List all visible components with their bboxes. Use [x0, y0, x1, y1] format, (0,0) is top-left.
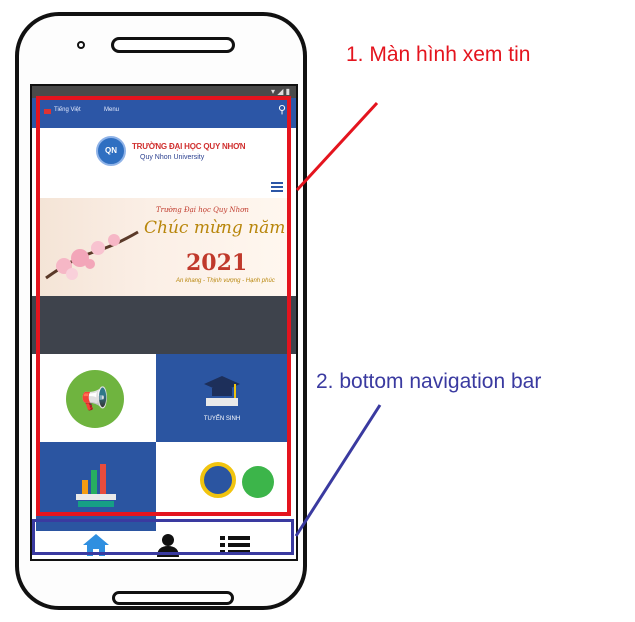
nav-annotation-label: 2. bottom navigation bar — [316, 370, 542, 393]
camera-icon — [77, 41, 85, 49]
nav-highlight-box — [32, 519, 294, 555]
home-button[interactable] — [112, 591, 234, 605]
screen-highlight-box — [36, 96, 291, 516]
screen-pointer-line — [295, 101, 379, 192]
screen-annotation-label: 1. Màn hình xem tin — [346, 43, 531, 66]
speaker-slot — [111, 37, 235, 53]
nav-pointer-line — [294, 404, 382, 537]
